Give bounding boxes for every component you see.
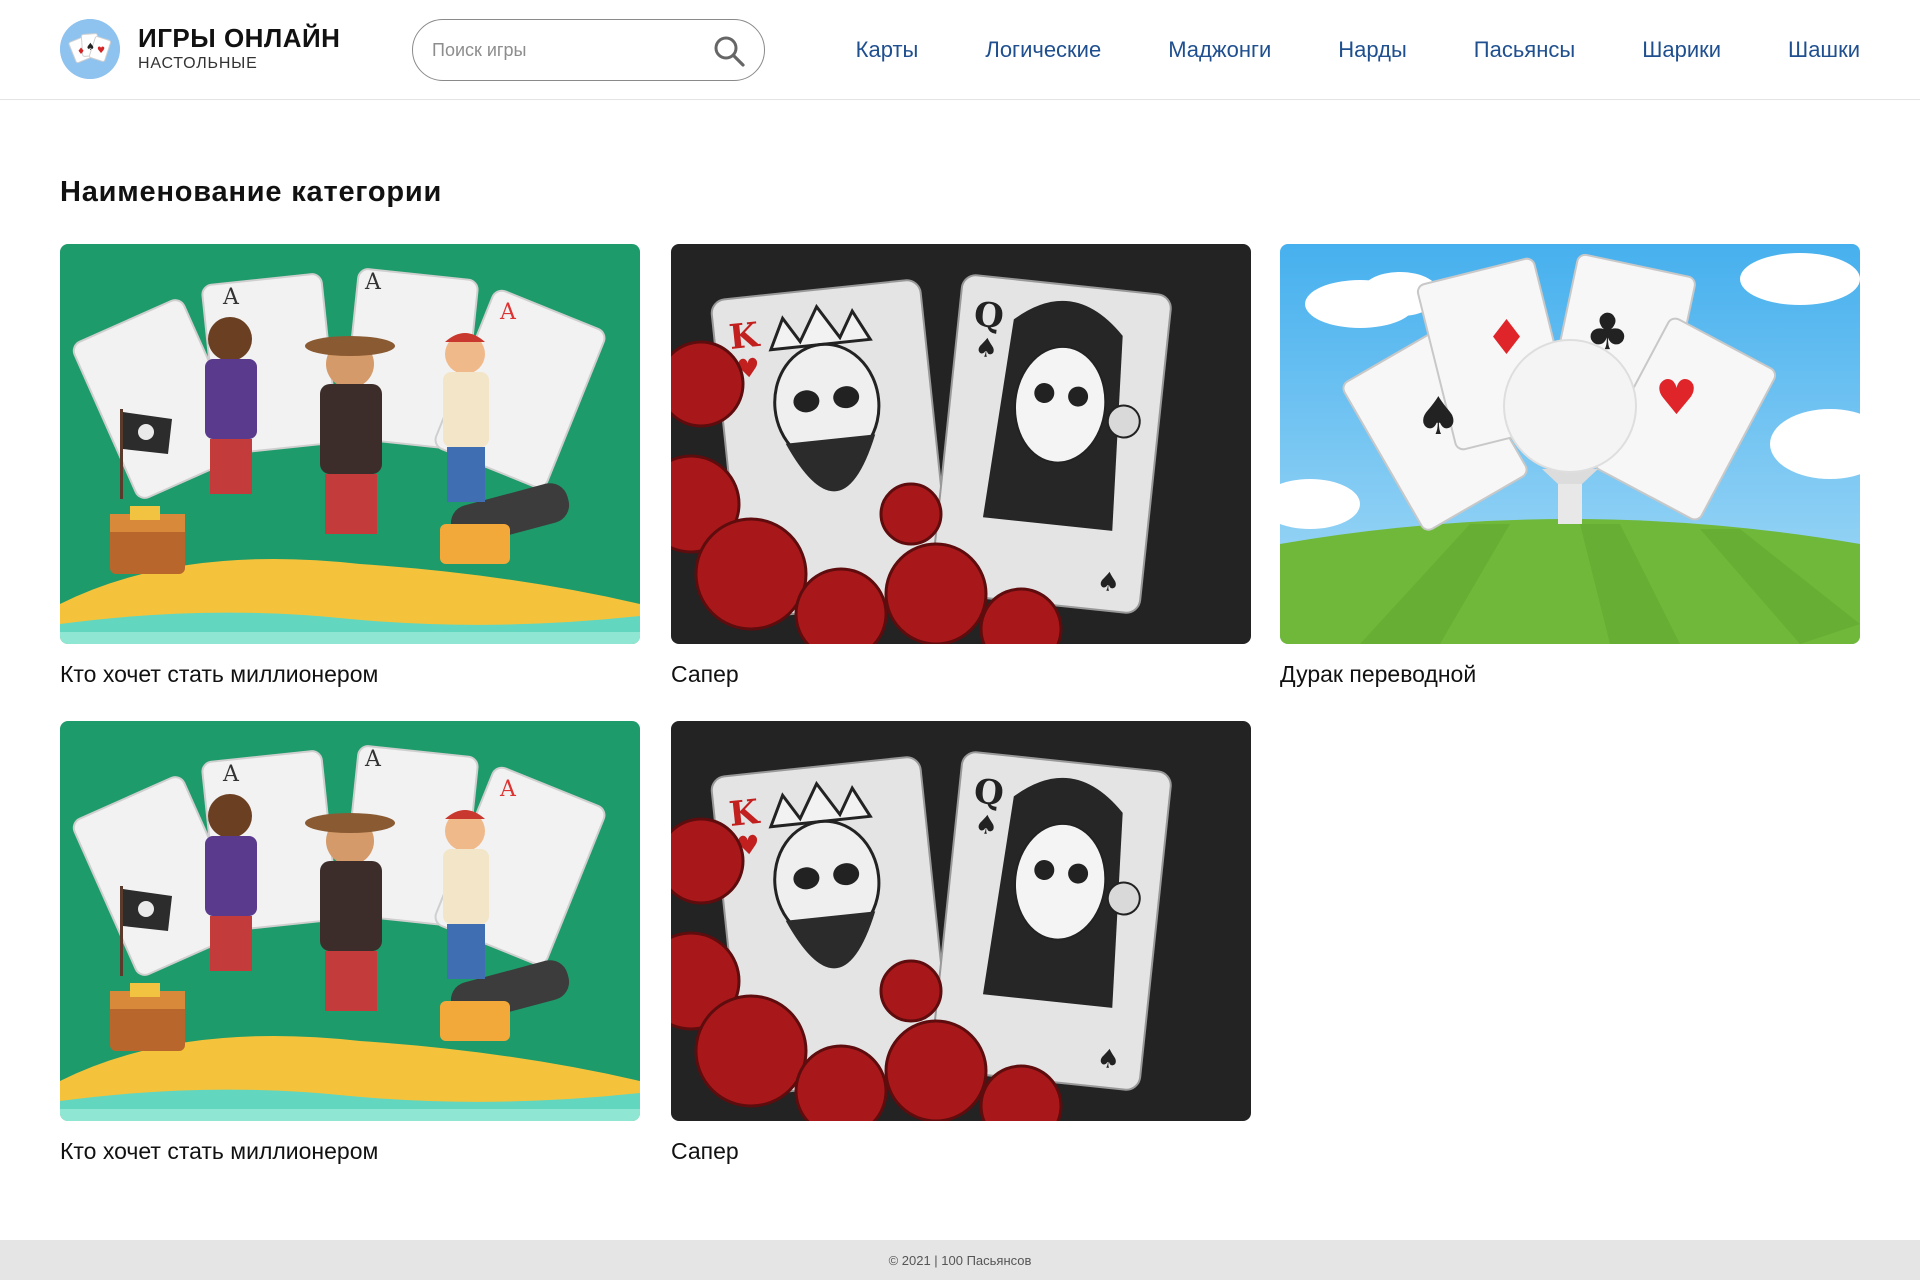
svg-text:Q: Q bbox=[972, 294, 1006, 337]
game-title[interactable]: Дурак переводной bbox=[1280, 661, 1860, 687]
svg-text:♠: ♠ bbox=[86, 42, 95, 53]
nav-item-solitaire[interactable]: Пасьянсы bbox=[1474, 37, 1575, 63]
game-card[interactable]: A A A Кто хочет стать миллионером bbox=[60, 244, 640, 687]
site-title: ИГРЫ ОНЛАЙН bbox=[138, 23, 341, 53]
search-box bbox=[412, 19, 765, 81]
site-footer: © 2021 | 100 Пасьянсов bbox=[0, 1240, 1920, 1280]
svg-text:♥: ♥ bbox=[1655, 370, 1698, 426]
game-card[interactable]: ♠ ♦ ♣ ♥ Дурак переводной bbox=[1280, 244, 1860, 687]
site-subtitle: НАСТОЛЬНЫЕ bbox=[138, 55, 258, 72]
nav-item-checkers[interactable]: Шашки bbox=[1788, 37, 1860, 63]
nav-item-backgammon[interactable]: Нарды bbox=[1338, 37, 1407, 63]
svg-text:♦: ♦ bbox=[77, 47, 85, 57]
search-input[interactable] bbox=[432, 39, 702, 61]
game-card[interactable]: K ♥ Q ♠ ♠ Сапер bbox=[671, 244, 1251, 687]
svg-text:A: A bbox=[222, 285, 240, 310]
game-thumbnail-pirates[interactable]: A A A bbox=[60, 721, 640, 1121]
svg-text:K: K bbox=[727, 315, 762, 358]
svg-text:A: A bbox=[364, 270, 382, 295]
game-thumbnail-skull[interactable]: K ♥ Q ♠ ♠ bbox=[671, 721, 1251, 1121]
game-thumbnail-golf[interactable]: ♠ ♦ ♣ ♥ bbox=[1280, 244, 1860, 644]
svg-text:♠: ♠ bbox=[1095, 1044, 1121, 1076]
nav-item-cards[interactable]: Карты bbox=[856, 37, 919, 63]
svg-text:A: A bbox=[499, 300, 517, 325]
playing-cards-logo-icon: ♦ ♠ ♥ bbox=[60, 19, 120, 79]
svg-text:♠: ♠ bbox=[973, 333, 999, 365]
nav-item-mahjong[interactable]: Маджонги bbox=[1168, 37, 1271, 63]
game-card[interactable]: A A A Кто хочет стать миллионером bbox=[60, 721, 640, 1164]
nav-item-balls[interactable]: Шарики bbox=[1642, 37, 1721, 63]
svg-text:♠: ♠ bbox=[973, 810, 999, 842]
svg-text:♥: ♥ bbox=[97, 46, 105, 56]
game-title[interactable]: Сапер bbox=[671, 661, 1251, 687]
svg-text:A: A bbox=[222, 762, 240, 787]
copyright-text: © 2021 | 100 Пасьянсов bbox=[888, 1252, 1032, 1268]
game-title[interactable]: Кто хочет стать миллионером bbox=[60, 661, 640, 687]
game-thumbnail-skull[interactable]: K ♥ Q ♠ ♠ bbox=[671, 244, 1251, 644]
page: ♦ ♠ ♥ ИГРЫ ОНЛАЙН НАСТОЛЬНЫЕ Карты Логич… bbox=[0, 0, 1920, 1280]
game-title[interactable]: Кто хочет стать миллионером bbox=[60, 1138, 640, 1164]
svg-text:♦: ♦ bbox=[1485, 310, 1528, 366]
svg-text:Q: Q bbox=[972, 771, 1006, 814]
game-thumbnail-pirates[interactable]: A A A bbox=[60, 244, 640, 644]
site-logo[interactable]: ♦ ♠ ♥ ИГРЫ ОНЛАЙН НАСТОЛЬНЫЕ bbox=[60, 19, 340, 79]
site-header: ♦ ♠ ♥ ИГРЫ ОНЛАЙН НАСТОЛЬНЫЕ Карты Логич… bbox=[0, 0, 1920, 100]
game-card[interactable]: K ♥ Q ♠ ♠ Сапер bbox=[671, 721, 1251, 1164]
svg-text:♠: ♠ bbox=[1095, 567, 1121, 599]
game-title[interactable]: Сапер bbox=[671, 1138, 1251, 1164]
svg-text:♠: ♠ bbox=[1415, 387, 1462, 447]
main-nav: Карты Логические Маджонги Нарды Пасьянсы… bbox=[856, 0, 1860, 100]
nav-item-logic[interactable]: Логические bbox=[985, 37, 1101, 63]
svg-text:K: K bbox=[727, 792, 762, 835]
category-title: Наименование категории bbox=[60, 176, 443, 208]
search-icon[interactable] bbox=[712, 34, 746, 68]
svg-text:A: A bbox=[499, 777, 517, 802]
svg-text:A: A bbox=[364, 747, 382, 772]
